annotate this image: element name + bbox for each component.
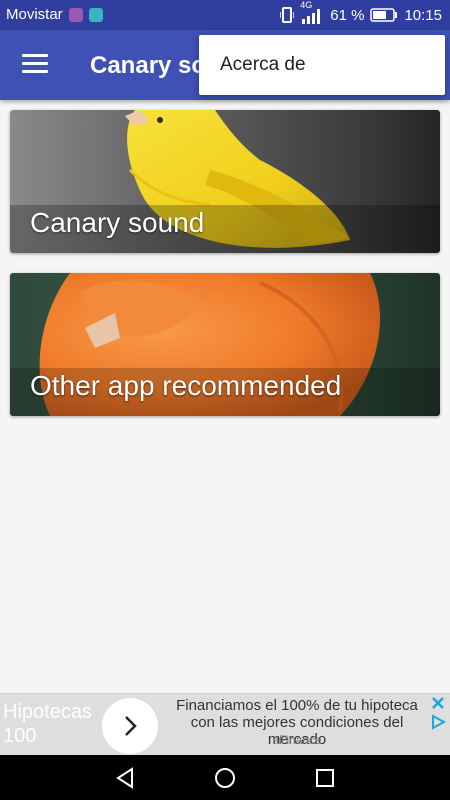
card-label: Canary sound <box>30 207 205 238</box>
ad-headline: Hipotecas 100 <box>3 701 92 747</box>
battery-icon <box>370 8 398 22</box>
canary-sound-card[interactable]: Canary sound <box>10 110 440 253</box>
gallery-notification-icon <box>68 7 83 22</box>
ad-banner[interactable]: Hipotecas 100 Financiamos el 100% de tu … <box>0 693 450 756</box>
battery-percent: 61 % <box>330 6 365 24</box>
home-icon[interactable] <box>212 765 238 791</box>
vibrate-icon <box>280 7 295 23</box>
card-label: Other app recommended <box>30 370 342 401</box>
signal-icon <box>302 9 321 24</box>
navigation-bar <box>0 755 450 800</box>
signal-group: 4G <box>300 0 324 24</box>
other-apps-card[interactable]: Other app recommended <box>10 273 440 416</box>
overflow-menu: Acerca de <box>199 35 445 95</box>
app-title: Canary so <box>90 52 207 79</box>
ad-source: aFinance <box>272 733 322 747</box>
close-icon[interactable] <box>430 695 446 711</box>
clock: 10:15 <box>404 6 442 24</box>
ad-open-button[interactable] <box>102 698 158 754</box>
chevron-right-icon <box>125 716 137 736</box>
adchoices-icon[interactable] <box>430 714 446 730</box>
carrier-label: Movistar <box>6 6 63 23</box>
menu-item-about[interactable]: Acerca de <box>199 35 445 95</box>
download-notification-icon <box>88 7 103 22</box>
hamburger-icon[interactable] <box>22 54 48 74</box>
recents-icon[interactable] <box>312 765 338 791</box>
back-icon[interactable] <box>112 765 138 791</box>
status-bar: Movistar 4G 61 % 10:15 <box>0 0 450 30</box>
